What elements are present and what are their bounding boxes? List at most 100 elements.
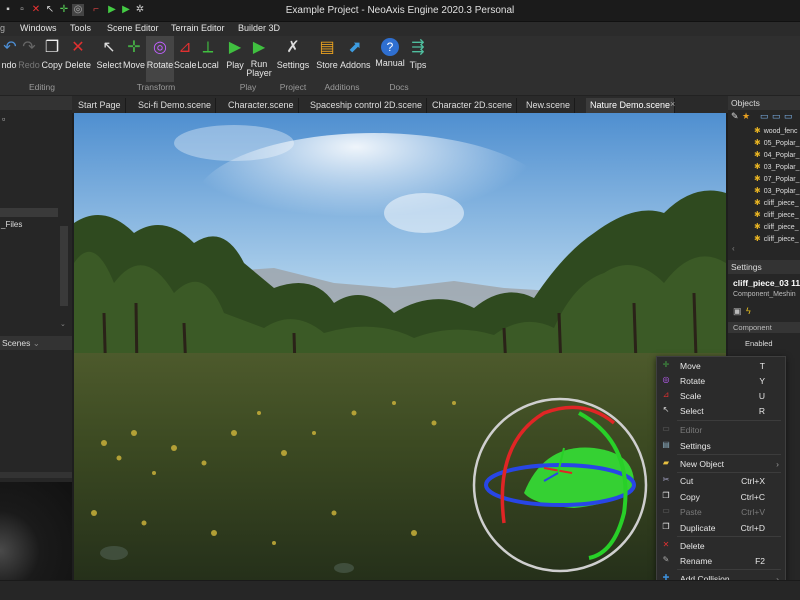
menu-builder-3d[interactable]: Builder 3D (238, 23, 280, 33)
menu-item-select[interactable]: ↖ Select R (657, 404, 785, 418)
rotate-button[interactable]: ◎ Rotate (146, 36, 174, 82)
doc-icon[interactable]: ▭ (760, 111, 769, 122)
tab-character-2d[interactable]: Character 2D.scene (428, 98, 518, 113)
menu-item-delete[interactable]: ✕ Delete (657, 539, 785, 553)
tips-icon: ⇶ (411, 39, 425, 56)
object-item[interactable]: ✱ 05_Poplar_ (754, 138, 800, 147)
menu-item-settings[interactable]: ▤ Settings (657, 439, 785, 453)
object-item[interactable]: ✱ 07_Poplar_ (754, 174, 800, 183)
addons-button[interactable]: ⬈ Addons (340, 36, 371, 82)
object-item[interactable]: ✱ cliff_piece_ (754, 234, 799, 243)
object-item[interactable]: ✱ cliff_piece_ (754, 210, 799, 219)
menu-item-copy[interactable]: ❐ Copy Ctrl+C (657, 490, 785, 504)
tab-character[interactable]: Character.scene (224, 98, 299, 113)
tab-close-icon[interactable]: × (670, 99, 675, 109)
tab-spaceship-control-2d[interactable]: Spaceship control 2D.scene (306, 98, 428, 113)
left-scrollbar[interactable] (60, 226, 68, 306)
object-label: 07_Poplar_ (763, 176, 800, 183)
scale-button[interactable]: ⊿ Scale (174, 36, 197, 82)
menu-item-duplicate[interactable]: ❐ Duplicate Ctrl+D (657, 521, 785, 535)
object-item[interactable]: ✱ 03_Poplar_ (754, 186, 800, 195)
menu-item-rename[interactable]: ✎ Rename F2 (657, 554, 785, 568)
menu-item-shortcut: F2 (755, 556, 765, 566)
lightning-icon[interactable]: ϟ (746, 306, 751, 316)
menu-item-shortcut: Ctrl+V (741, 507, 765, 517)
menu-item-label: Scale (680, 391, 702, 401)
menu-item-label: Settings (680, 441, 711, 451)
context-menu: ✛ Move T ◎ Rotate Y ⊿ Scale U ↖ Select R ▭ Editor… (656, 356, 786, 586)
scroll-left-icon[interactable]: ‹ (732, 244, 735, 253)
manual-button[interactable]: ? Manual (374, 36, 406, 82)
select-button[interactable]: ↖ Select (96, 36, 122, 82)
scene-viewport[interactable] (74, 113, 726, 580)
duplicate-icon: ❐ (662, 522, 670, 531)
menu-item-scale[interactable]: ⊿ Scale U (657, 389, 785, 403)
menu-partial[interactable]: g (0, 23, 5, 33)
menu-item-label: Duplicate (680, 523, 716, 533)
chevron-down-icon[interactable]: ⌄ (33, 338, 40, 348)
tips-button[interactable]: ⇶ Tips (406, 36, 430, 82)
copy-button[interactable]: ❐ Copy (40, 36, 64, 82)
doc-icon-3[interactable]: ▭ (784, 111, 793, 122)
tab-new[interactable]: New.scene (522, 98, 576, 113)
local-button[interactable]: ⟂ Local (196, 36, 220, 82)
menu-item-paste[interactable]: ▭ Paste Ctrl+V (657, 505, 785, 519)
file-icon[interactable]: ▫ (2, 114, 5, 124)
object-item[interactable]: ✱ 04_Poplar_ (754, 150, 800, 159)
delete-button[interactable]: ✕ Delete (64, 36, 92, 82)
tab-nature-demo[interactable]: Nature Demo.scene (586, 98, 676, 113)
object-item[interactable]: ✱ 03_Poplar_ (754, 162, 800, 171)
object-label: wood_fenc (763, 128, 798, 135)
play-button[interactable]: ▶ Play (224, 36, 246, 82)
scroll-down-icon[interactable]: ⌄ (60, 320, 66, 328)
tab-sci-fi-demo[interactable]: Sci-fi Demo.scene (134, 98, 217, 113)
wrench-icon: ✗ (286, 39, 300, 56)
undo-label: ndo (1, 60, 17, 70)
group-editing: Editing (29, 82, 55, 92)
menu-scene-editor[interactable]: Scene Editor (107, 23, 159, 33)
object-item[interactable]: ✱ cliff_piece_ (754, 222, 799, 231)
doc-icon-2[interactable]: ▭ (772, 111, 781, 122)
object-label: cliff_piece_ (763, 212, 799, 219)
object-item[interactable]: ✱ cliff_piece_ (754, 198, 799, 207)
star-filter-icon[interactable]: ★ (742, 111, 750, 122)
redo-button[interactable]: ↷ Redo (18, 36, 40, 82)
component-section[interactable]: Component (728, 322, 800, 333)
cursor-icon: ↖ (102, 39, 116, 56)
object-icon: ✱ (754, 210, 761, 219)
object-item[interactable]: ✱ wood_fenc (754, 126, 798, 135)
tools-icon[interactable]: ✎ (731, 111, 739, 122)
object-icon: ✱ (754, 126, 761, 135)
menu-item-label: Rotate (680, 376, 706, 386)
cloud-1 (384, 193, 464, 233)
object-label: cliff_piece_ (763, 236, 799, 243)
menu-item-editor[interactable]: ▭ Editor (657, 423, 785, 437)
menu-item-move[interactable]: ✛ Move T (657, 359, 785, 373)
settings-button[interactable]: ✗ Settings (276, 36, 310, 82)
run-player-button[interactable]: ▶ Run Player (246, 36, 272, 82)
menu-tools[interactable]: Tools (70, 23, 91, 33)
image-icon[interactable]: ▣ (733, 306, 742, 317)
menu-terrain-editor[interactable]: Terrain Editor (171, 23, 225, 33)
tab-start-page[interactable]: Start Page (74, 98, 126, 113)
cut-icon: ✂ (662, 475, 670, 484)
play-label: Play (226, 60, 244, 70)
preview-thumbnail (0, 482, 72, 580)
move-button[interactable]: ✛ Move (122, 36, 146, 82)
undo-button[interactable]: ↶ ndo (0, 36, 18, 82)
menu-item-cut[interactable]: ✂ Cut Ctrl+X (657, 474, 785, 488)
menu-windows[interactable]: Windows (20, 23, 57, 33)
window-title: Example Project - NeoAxis Engine 2020.3 … (285, 5, 515, 16)
menu-item-rotate[interactable]: ◎ Rotate Y (657, 374, 785, 388)
rename-icon: ✎ (662, 555, 670, 564)
menu-item-label: Copy (680, 492, 700, 502)
store-button[interactable]: ▤ Store (314, 36, 340, 82)
left-panel: ▫ _Files ⌄ Scenes ⌄ (0, 96, 72, 580)
files-label[interactable]: _Files (1, 220, 22, 229)
left-tree-row[interactable] (0, 208, 58, 217)
scenes-label: Scenes (2, 338, 31, 348)
local-label: Local (197, 60, 219, 70)
menu-item-new-object[interactable]: ▰ New Object › (657, 457, 785, 471)
rotate-label: Rotate (146, 60, 174, 70)
store-label: Store (316, 60, 338, 70)
